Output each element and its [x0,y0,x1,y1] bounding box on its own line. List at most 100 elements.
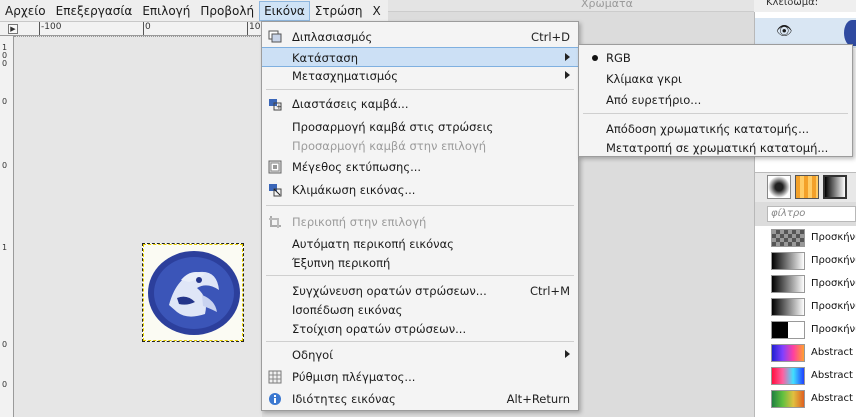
ruler-tick-label: 100 [2,43,8,68]
submenu-arrow-icon [565,350,570,358]
menu-view[interactable]: Προβολή [195,1,259,21]
gradient-item[interactable]: Προσκήνιο [769,274,856,294]
ruler-tick-label: 0 [2,380,8,389]
brushes-tab-icon[interactable] [767,175,791,199]
gradient-swatch [771,344,805,362]
ruler-tick-label: 1 [2,243,8,252]
duplicate-icon [268,30,282,43]
menu-item-image-properties[interactable]: Ιδιότητες εικόνας Alt+Return [262,389,578,409]
dock-empty-area [578,155,754,417]
menu-item-flatten[interactable]: Ισοπέδωση εικόνας [262,300,578,320]
menu-separator [266,275,574,276]
gradient-name: Προσκήνιο [811,255,856,266]
gradient-name: Abstract 3 [811,393,856,404]
menu-file[interactable]: Αρχείο [0,1,51,21]
gradient-item[interactable]: Abstract 3 [769,389,856,409]
ruler-tick-label: -100 [41,22,62,32]
gradient-item[interactable]: Προσκήνιο [769,228,856,248]
layer-thumbnail [844,20,856,46]
menu-item-label: Διαστάσεις καμβά... [292,97,409,111]
mode-submenu: RGB Κλίμακα γκρι Από ευρετήριο... Απόδοσ… [578,44,853,157]
menu-layer[interactable]: Στρώση [310,1,368,21]
menu-item-shortcut: Ctrl+M [529,284,570,298]
menu-item-label: Αυτόματη περικοπή εικόνας [292,237,454,251]
menu-item-fit-canvas-layers[interactable]: Προσαρμογή καμβά στις στρώσεις [262,117,578,137]
menu-colors-truncated[interactable]: Χ [367,1,385,21]
gradient-name: Abstract 2 [811,370,856,381]
gradient-name: Προσκήνιο [811,232,856,243]
patterns-tab-icon[interactable] [795,175,819,199]
gradient-swatch [771,321,805,339]
submenu-arrow-icon [565,53,570,61]
menu-item-label: Μέγεθος εκτύπωσης... [292,160,422,174]
menu-item-duplicate[interactable]: Διπλασιασμός Ctrl+D [262,27,578,47]
menu-item-mode[interactable]: Κατάσταση [262,47,578,67]
grid-icon [268,370,282,384]
gradient-name: Προσκήνιο [811,324,856,335]
gradient-swatch [771,390,805,408]
menu-item-fit-canvas-selection: Προσαρμογή καμβά στην επιλογή [262,136,578,156]
navigate-icon[interactable]: ▶ [8,24,18,34]
visibility-eye-icon[interactable]: 👁 [776,24,793,39]
menu-item-canvas-size[interactable]: + Διαστάσεις καμβά... [262,94,578,114]
menu-image[interactable]: Εικόνα [259,0,310,21]
canvas-area[interactable] [14,36,262,417]
gradient-name: Abstract 1 [811,347,856,358]
menu-bar: Αρχείο Επεξεργασία Επιλογή Προβολή Εικόν… [0,0,388,22]
menu-item-print-size[interactable]: Μέγεθος εκτύπωσης... [262,157,578,177]
ruler-tick-label: 0 [2,161,8,170]
submenu-item-label: RGB [606,51,631,65]
menu-item-zealous-crop[interactable]: Έξυπνη περικοπή [262,253,578,273]
ruler-tick-label: 0 [145,22,151,32]
gradient-name: Προσκήνιο [811,301,856,312]
scale-image-icon [269,184,282,197]
menu-edit[interactable]: Επεξεργασία [51,1,138,21]
menu-item-label: Περικοπή στην επιλογή [292,215,427,229]
menu-select[interactable]: Επιλογή [137,1,195,21]
gradient-item[interactable]: Abstract 2 [769,366,856,386]
menu-item-label: Συγχώνευση ορατών στρώσεων... [292,284,487,298]
image-layer-boundary[interactable] [142,243,244,342]
menu-item-guides[interactable]: Οδηγοί [262,345,578,365]
canvas-border [14,36,262,42]
assign-color-profile[interactable]: Απόδοση χρωματικής κατατομής... [579,119,852,139]
mode-rgb[interactable]: RGB [579,48,852,68]
menu-item-merge-visible[interactable]: Συγχώνευση ορατών στρώσεων... Ctrl+M [262,281,578,301]
menu-separator [266,205,574,206]
menu-item-shortcut: Alt+Return [506,392,570,406]
gradient-swatch [771,229,805,247]
colors-dock-header: Χρώματα [388,0,754,12]
menu-item-configure-grid[interactable]: Ρύθμιση πλέγματος... [262,367,578,387]
gradient-filter-input[interactable]: φίλτρο [767,206,856,222]
radio-bullet-icon [592,55,598,61]
menu-item-label: Οδηγοί [292,348,334,362]
lock-label: Κλείδωμα: [766,0,819,8]
convert-color-profile[interactable]: Μετατροπή σε χρωματική κατατομή... [579,138,852,158]
vertical-ruler: 100 0 0 1 0 0 [0,36,14,417]
submenu-arrow-icon [565,71,570,79]
menu-item-scale-image[interactable]: Κλιμάκωση εικόνας... [262,180,578,200]
ruler-line [39,22,40,35]
gradient-item[interactable]: Προσκήνιο [769,251,856,271]
menu-item-transform[interactable]: Μετασχηματισμός [262,66,578,86]
menu-item-label: Ρύθμιση πλέγματος... [292,370,416,384]
image-menu-dropdown: Διπλασιασμός Ctrl+D Κατάσταση Μετασχηματ… [261,21,579,411]
menu-item-align-layers[interactable]: Στοίχιση ορατών στρώσεων... [262,319,578,339]
svg-text:+: + [276,103,282,111]
horizontal-ruler: ▶ -100 0 100 [0,22,266,36]
layers-lock-bar: Κλείδωμα: [754,0,856,12]
menu-item-shortcut: Ctrl+D [531,30,570,44]
submenu-item-label: Κλίμακα γκρι [606,72,682,86]
gradient-item[interactable]: Abstract 1 [769,343,856,363]
gradients-tab-icon[interactable] [823,175,847,199]
menu-item-label: Προσαρμογή καμβά στις στρώσεις [292,120,494,134]
print-size-icon [268,160,282,174]
mode-grayscale[interactable]: Κλίμακα γκρι [579,69,852,89]
menu-separator [266,341,574,342]
menu-item-autocrop[interactable]: Αυτόματη περικοπή εικόνας [262,234,578,254]
gradient-item[interactable]: Προσκήνιο [769,320,856,340]
ruler-line [247,22,248,35]
gradient-item[interactable]: Προσκήνιο [769,297,856,317]
mode-indexed[interactable]: Από ευρετήριο... [579,90,852,110]
menu-item-label: Προσαρμογή καμβά στην επιλογή [292,139,487,153]
